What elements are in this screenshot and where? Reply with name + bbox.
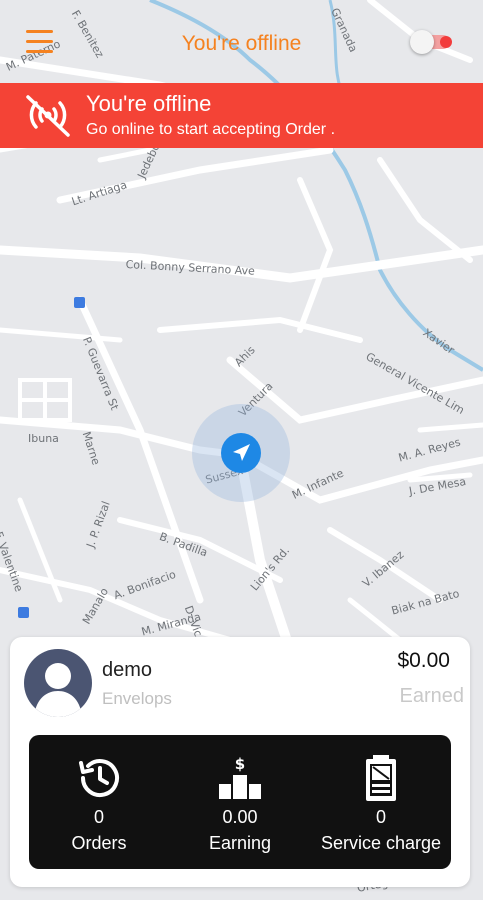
avatar[interactable]: [24, 649, 92, 717]
online-toggle[interactable]: [410, 30, 452, 54]
top-bar: You're offline: [0, 0, 483, 84]
offline-banner: You're offline Go online to start accept…: [0, 83, 483, 148]
earning-value: 0.00: [222, 807, 258, 827]
banner-title: You're offline: [86, 91, 212, 116]
svg-text:$: $: [235, 755, 245, 773]
stats-panel: 0 Orders $ 0.00 Earning 0 Service charge: [29, 735, 451, 869]
orders-stat[interactable]: 0 Orders: [29, 735, 169, 869]
service-charge-stat[interactable]: 0 Service charge: [311, 735, 451, 869]
service-charge-value: 0: [375, 807, 386, 827]
earning-label: Earning: [208, 833, 272, 853]
orders-label: Orders: [71, 833, 127, 853]
current-location-marker[interactable]: [221, 433, 261, 473]
earning-stat[interactable]: $ 0.00 Earning: [170, 735, 310, 869]
earned-label: Earned: [399, 685, 465, 707]
driver-summary-card: demo Envelops $0.00 Earned 0 Orders $ 0.…: [10, 637, 470, 887]
navigation-arrow-icon: [233, 444, 250, 461]
earning-podium-icon: $: [219, 755, 261, 799]
user-subtitle: Envelops: [102, 689, 172, 708]
user-silhouette-icon: [34, 663, 82, 717]
history-clock-icon: [79, 759, 119, 798]
earned-amount: $0.00: [397, 649, 450, 672]
banner-subtitle: Go online to start accepting Order .: [86, 121, 336, 138]
service-charge-icon: [366, 755, 396, 801]
map-street-label: Ibuna: [28, 432, 59, 445]
service-charge-label: Service charge: [320, 833, 442, 853]
user-name: demo: [102, 659, 153, 681]
orders-count: 0: [93, 807, 104, 827]
no-signal-icon: [26, 95, 70, 137]
